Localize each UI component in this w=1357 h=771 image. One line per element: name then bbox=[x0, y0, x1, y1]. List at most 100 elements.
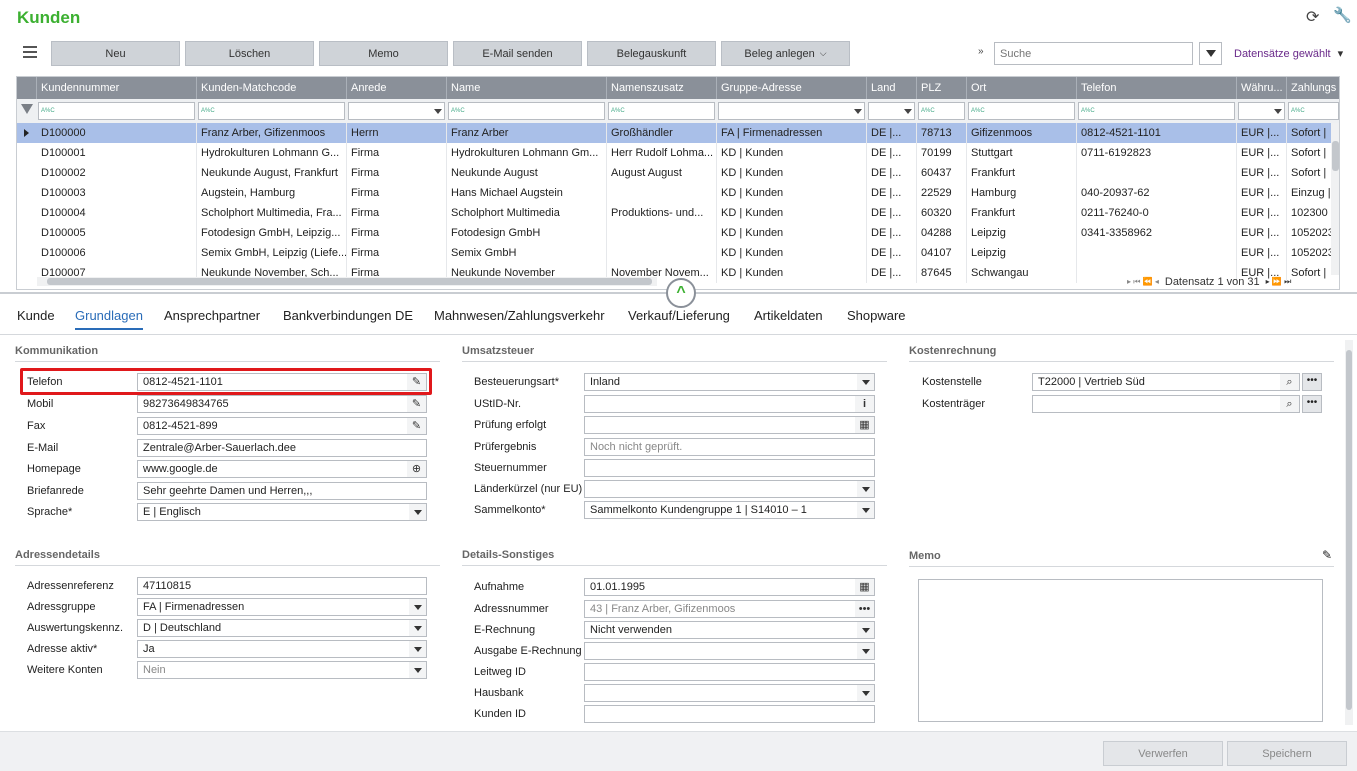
ustid-field[interactable]: i bbox=[584, 395, 875, 413]
column-filter[interactable]: A%C bbox=[38, 102, 195, 120]
adressgruppe-select[interactable]: FA | Firmenadressen bbox=[137, 598, 427, 616]
column-header[interactable]: Land bbox=[867, 77, 917, 99]
steuernummer-field[interactable] bbox=[584, 459, 875, 477]
grid-vertical-scrollbar[interactable] bbox=[1331, 123, 1339, 275]
column-filter[interactable]: A%C bbox=[918, 102, 965, 120]
detail-vertical-scrollbar[interactable] bbox=[1345, 340, 1353, 725]
memo-button[interactable]: Memo bbox=[319, 41, 448, 66]
selection-dropdown[interactable]: Datensätze gewählt ▾ bbox=[1234, 47, 1343, 60]
save-button[interactable]: Speichern bbox=[1227, 741, 1347, 766]
column-filter[interactable]: A%C bbox=[198, 102, 345, 120]
column-header[interactable]: Anrede bbox=[347, 77, 447, 99]
column-filter[interactable]: A%C bbox=[968, 102, 1075, 120]
column-filter[interactable]: A%C bbox=[448, 102, 605, 120]
ausgabe-e-rechnung-select[interactable] bbox=[584, 642, 875, 660]
grid-horizontal-scrollbar[interactable] bbox=[37, 277, 657, 286]
column-filter[interactable] bbox=[348, 102, 445, 120]
tab-kunde[interactable]: Kunde bbox=[17, 308, 55, 323]
column-header[interactable]: Kundennummer bbox=[37, 77, 197, 99]
column-filter[interactable]: A%C bbox=[608, 102, 715, 120]
delete-button[interactable]: Löschen bbox=[185, 41, 314, 66]
hausbank-select[interactable] bbox=[584, 684, 875, 702]
e-rechnung-select[interactable]: Nicht verwenden bbox=[584, 621, 875, 639]
more-button[interactable]: ••• bbox=[1302, 373, 1322, 391]
table-row[interactable]: D100004 Scholphort Multimedia, Fra... Firm… bbox=[17, 203, 1339, 223]
filter-dropdown-button[interactable] bbox=[1199, 42, 1222, 65]
sammelkonto-select[interactable]: Sammelkonto Kundengruppe 1 | S14010 – 1 bbox=[584, 501, 875, 519]
leitweg-id-field[interactable] bbox=[584, 663, 875, 681]
tab-mahnwesen[interactable]: Mahnwesen/Zahlungsverkehr bbox=[434, 308, 605, 323]
kostentraeger-field[interactable]: ⌕ bbox=[1032, 395, 1300, 413]
wrench-icon[interactable]: 🔧 bbox=[1333, 6, 1352, 24]
refresh-icon[interactable]: ⟳ bbox=[1306, 7, 1319, 27]
discard-button[interactable]: Verwerfen bbox=[1103, 741, 1223, 766]
tab-shopware[interactable]: Shopware bbox=[847, 308, 906, 323]
tab-artikeldaten[interactable]: Artikeldaten bbox=[754, 308, 823, 323]
pencil-icon[interactable]: ✎ bbox=[407, 396, 426, 412]
sprache-select[interactable]: E | Englisch bbox=[137, 503, 427, 521]
pencil-icon[interactable]: ✎ bbox=[1322, 548, 1332, 562]
column-header[interactable]: Zahlungs bbox=[1287, 77, 1339, 99]
memo-textarea[interactable] bbox=[918, 579, 1323, 722]
send-email-button[interactable]: E-Mail senden bbox=[453, 41, 582, 66]
collapse-icon[interactable]: » bbox=[978, 46, 984, 57]
adresse-aktiv-select[interactable]: Ja bbox=[137, 640, 427, 658]
first-page-icon[interactable]: ▸ ⏮ ⏪ ◂ bbox=[1127, 277, 1159, 287]
table-row[interactable]: D100003 Augstein, Hamburg Firma Hans Michae… bbox=[17, 183, 1339, 203]
column-filter[interactable] bbox=[868, 102, 915, 120]
filter-icon[interactable] bbox=[21, 104, 33, 114]
homepage-field[interactable]: www.google.de ⊕ bbox=[137, 460, 427, 478]
besteuerungsart-select[interactable]: Inland bbox=[584, 373, 875, 391]
menu-icon[interactable] bbox=[23, 45, 37, 59]
calendar-icon[interactable]: ▦ bbox=[855, 417, 874, 433]
fax-field[interactable]: 0812-4521-899 ✎ bbox=[137, 417, 427, 435]
table-row[interactable]: D100001 Hydrokulturen Lohmann G... Firma Hy… bbox=[17, 143, 1339, 163]
search-icon[interactable]: ⌕ bbox=[1280, 396, 1299, 412]
kostenstelle-field[interactable]: T22000 | Vertrieb Süd ⌕ bbox=[1032, 373, 1300, 391]
column-header[interactable]: Kunden-Matchcode bbox=[197, 77, 347, 99]
mobil-field[interactable]: 98273649834765 ✎ bbox=[137, 395, 427, 413]
table-row[interactable]: D100006 Semix GmbH, Leipzig (Liefe... Firm… bbox=[17, 243, 1339, 263]
adressenreferenz-field[interactable]: 47110815 bbox=[137, 577, 427, 595]
pencil-icon[interactable]: ✎ bbox=[407, 418, 426, 434]
briefanrede-field[interactable]: Sehr geehrte Damen und Herren,,, bbox=[137, 482, 427, 500]
more-icon[interactable]: ••• bbox=[855, 601, 874, 617]
kunden-id-field[interactable] bbox=[584, 705, 875, 723]
more-button[interactable]: ••• bbox=[1302, 395, 1322, 413]
aufnahme-date-field[interactable]: 01.01.1995 ▦ bbox=[584, 578, 875, 596]
column-header[interactable]: Gruppe-Adresse bbox=[717, 77, 867, 99]
info-icon[interactable]: i bbox=[855, 396, 874, 412]
table-row[interactable]: D100000 Franz Arber, Gifizenmoos Herrn Fran… bbox=[17, 123, 1339, 143]
column-filter[interactable]: A%C bbox=[1078, 102, 1235, 120]
tab-verkauf-lieferung[interactable]: Verkauf/Lieferung bbox=[628, 308, 730, 323]
search-icon[interactable]: ⌕ bbox=[1280, 374, 1299, 390]
weitere-konten-select[interactable]: Nein bbox=[137, 661, 427, 679]
tab-bankverbindungen[interactable]: Bankverbindungen DE bbox=[283, 308, 413, 323]
column-header[interactable]: PLZ bbox=[917, 77, 967, 99]
tab-ansprechpartner[interactable]: Ansprechpartner bbox=[164, 308, 260, 323]
column-header[interactable]: Name bbox=[447, 77, 607, 99]
laenderkuerzel-select[interactable] bbox=[584, 480, 875, 498]
column-header[interactable]: Namenszusatz bbox=[607, 77, 717, 99]
last-page-icon[interactable]: ▸ ⏩ ⏭ bbox=[1266, 277, 1292, 287]
calendar-icon[interactable]: ▦ bbox=[855, 579, 874, 595]
new-button[interactable]: Neu bbox=[51, 41, 180, 66]
globe-icon[interactable]: ⊕ bbox=[407, 461, 426, 477]
pruefung-date-field[interactable]: ▦ bbox=[584, 416, 875, 434]
table-row[interactable]: D100005 Fotodesign GmbH, Leipzig... Firma F… bbox=[17, 223, 1339, 243]
column-header[interactable]: Währu... bbox=[1237, 77, 1287, 99]
document-info-button[interactable]: Belegauskunft bbox=[587, 41, 716, 66]
column-filter[interactable] bbox=[1238, 102, 1285, 120]
tab-grundlagen[interactable]: Grundlagen bbox=[75, 308, 143, 330]
email-field[interactable]: Zentrale@Arber-Sauerlach.dee bbox=[137, 439, 427, 457]
column-header[interactable]: Telefon bbox=[1077, 77, 1237, 99]
collapse-panel-button[interactable]: ^ bbox=[666, 278, 696, 308]
create-document-button[interactable]: Beleg anlegen ⌵ bbox=[721, 41, 850, 66]
column-filter[interactable]: A%C bbox=[1288, 102, 1339, 120]
search-input[interactable] bbox=[994, 42, 1193, 65]
auswertungskennz-select[interactable]: D | Deutschland bbox=[137, 619, 427, 637]
adressnummer-field[interactable]: 43 | Franz Arber, Gifizenmoos ••• bbox=[584, 600, 875, 618]
column-header[interactable]: Ort bbox=[967, 77, 1077, 99]
table-row[interactable]: D100002 Neukunde August, Frankfurt Firma Ne… bbox=[17, 163, 1339, 183]
column-filter[interactable] bbox=[718, 102, 865, 120]
